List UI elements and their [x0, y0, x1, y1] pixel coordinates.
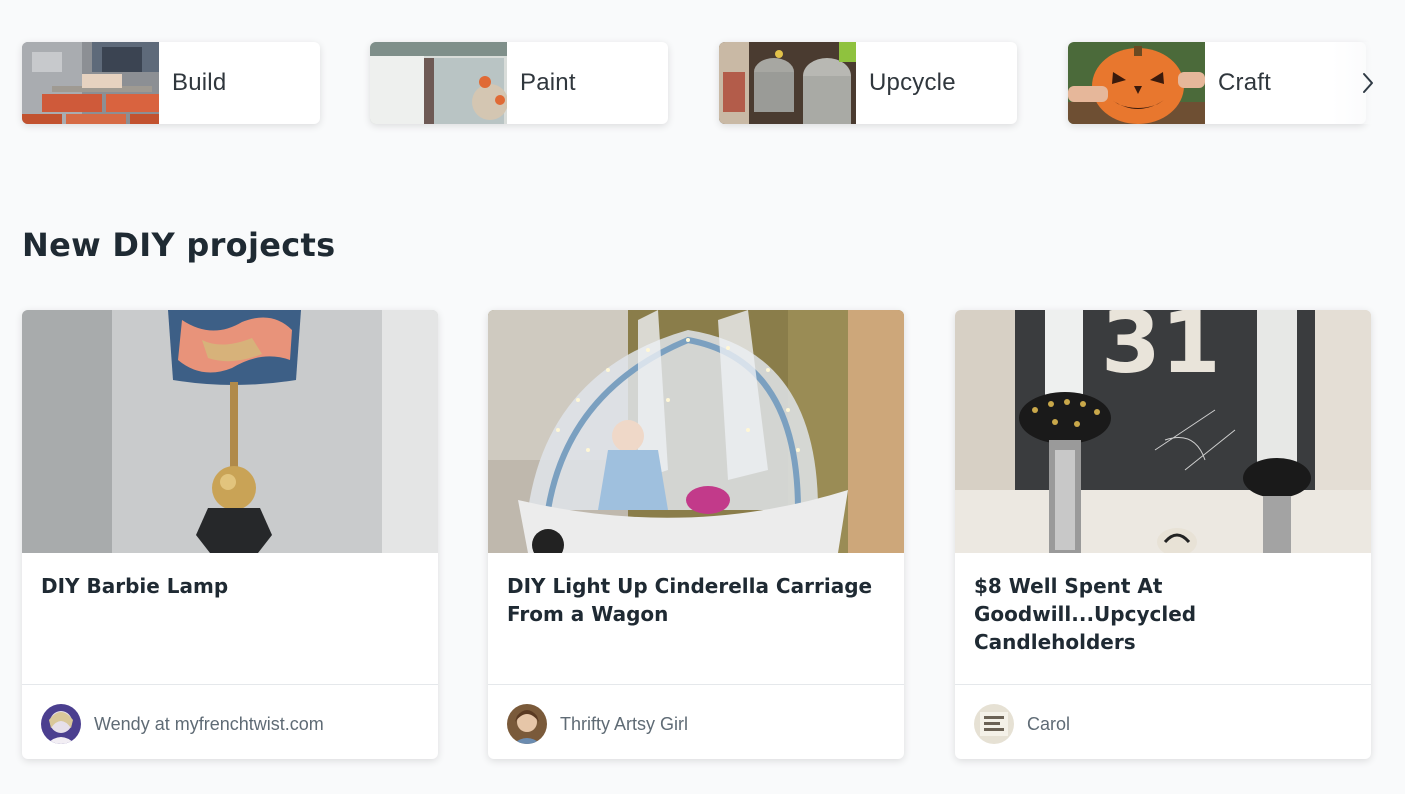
category-card-paint[interactable]: Paint — [370, 42, 668, 124]
author-row[interactable]: Wendy at myfrenchtwist.com — [41, 704, 324, 744]
author-row[interactable]: Thrifty Artsy Girl — [507, 704, 688, 744]
card-divider — [22, 684, 438, 685]
author-name: Thrifty Artsy Girl — [560, 713, 689, 734]
category-card-build[interactable]: Build — [22, 42, 320, 124]
project-card[interactable]: 31 $8 Well Spent At Goodwill...Upcycled … — [955, 310, 1371, 759]
paint-thumbnail — [370, 42, 507, 124]
section-title: New DIY projects — [22, 226, 336, 264]
avatar — [507, 704, 547, 744]
category-carousel: Build Paint Upcycle Craft — [22, 42, 1382, 124]
category-label: Craft — [1218, 69, 1272, 96]
project-title[interactable]: DIY Barbie Lamp — [41, 572, 421, 600]
build-thumbnail — [22, 42, 159, 124]
project-image — [488, 310, 904, 553]
project-card[interactable]: DIY Light Up Cinderella Carriage From a … — [488, 310, 904, 759]
author-row[interactable]: Carol — [974, 704, 1070, 744]
chevron-right-icon — [1363, 73, 1373, 93]
craft-thumbnail — [1068, 42, 1205, 124]
sign-number-text: 31 — [1101, 310, 1221, 393]
carousel-next-button[interactable] — [1353, 64, 1383, 102]
upcycle-thumbnail — [719, 42, 856, 124]
author-name: Wendy at myfrenchtwist.com — [94, 713, 324, 734]
project-image: 31 — [955, 310, 1371, 553]
category-label: Upcycle — [869, 69, 956, 96]
avatar — [974, 704, 1014, 744]
project-title[interactable]: DIY Light Up Cinderella Carriage From a … — [507, 572, 887, 628]
project-card[interactable]: DIY Barbie Lamp Wendy at myfrenchtwist.c… — [22, 310, 438, 759]
avatar — [41, 704, 81, 744]
category-label: Paint — [520, 69, 576, 96]
card-divider — [488, 684, 904, 685]
author-name: Carol — [1027, 713, 1071, 734]
project-image — [22, 310, 438, 553]
category-card-craft[interactable]: Craft — [1068, 42, 1366, 124]
project-title[interactable]: $8 Well Spent At Goodwill...Upcycled Can… — [974, 572, 1354, 656]
category-card-upcycle[interactable]: Upcycle — [719, 42, 1017, 124]
category-label: Build — [172, 69, 227, 96]
card-divider — [955, 684, 1371, 685]
